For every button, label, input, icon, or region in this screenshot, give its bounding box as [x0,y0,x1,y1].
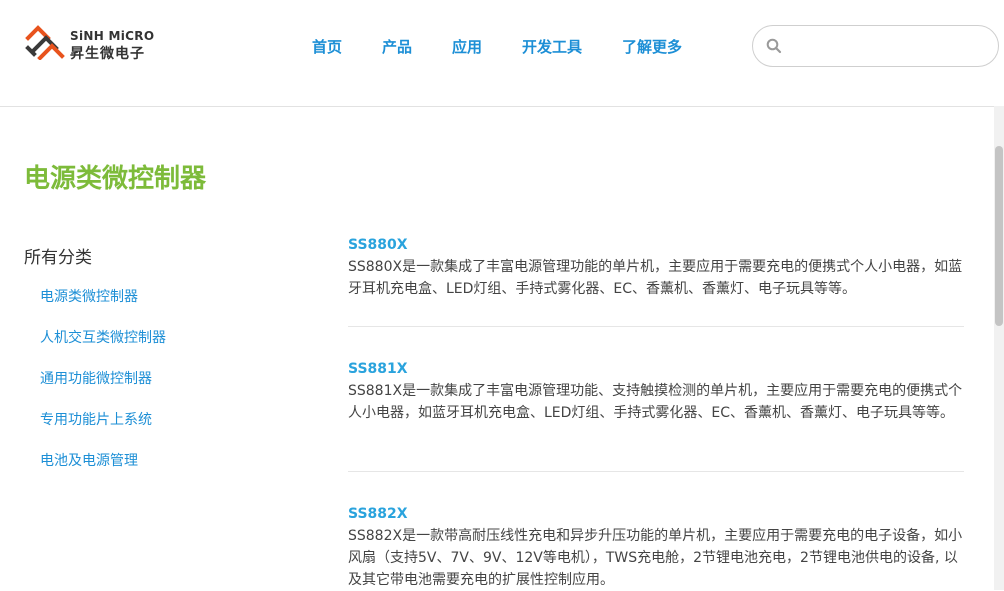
category-item-hmi-mcu[interactable]: 人机交互类微控制器 [40,327,166,347]
product-item: SS882X SS882X是一款带高耐压线性充电和异步升压功能的单片机，主要应用… [348,505,964,591]
brand-name-english: SiNH MiCRO [70,29,155,43]
logo-mark-icon [25,25,65,60]
category-item-general-mcu[interactable]: 通用功能微控制器 [40,368,152,388]
product-description: SS881X是一款集成了丰富电源管理功能、支持触摸检测的单片机，主要应用于需要充… [348,383,963,421]
page-scrollbar[interactable] [994,106,1004,590]
nav-products[interactable]: 产品 [382,36,412,57]
search-input[interactable] [789,35,983,59]
category-heading: 所有分类 [24,248,92,268]
product-item: SS881X SS881X是一款集成了丰富电源管理功能、支持触摸检测的单片机，主… [348,360,964,424]
logo[interactable]: SiNH MiCRO 昇生微电子 [24,24,154,64]
search-box[interactable] [752,25,999,67]
category-item-battery-power[interactable]: 电池及电源管理 [40,450,138,470]
nav-learn-more[interactable]: 了解更多 [622,36,682,57]
scrollbar-thumb[interactable] [995,146,1003,326]
nav-home[interactable]: 首页 [312,36,342,57]
site-header: SiNH MiCRO 昇生微电子 首页 产品 应用 开发工具 了解更多 [0,0,1004,107]
product-item: SS880X SS880X是一款集成了丰富电源管理功能的单片机，主要应用于需要充… [348,236,964,300]
brand-name-chinese: 昇生微电子 [70,46,145,62]
page-title: 电源类微控制器 [24,164,207,194]
product-name-link[interactable]: SS880X [348,236,964,254]
product-name-link[interactable]: SS882X [348,505,964,523]
product-name-link[interactable]: SS881X [348,360,964,378]
search-icon[interactable] [766,38,782,54]
nav-dev-tools[interactable]: 开发工具 [522,36,582,57]
category-item-special-soc[interactable]: 专用功能片上系统 [40,409,152,429]
nav-applications[interactable]: 应用 [452,36,482,57]
product-divider [348,471,964,472]
product-description: SS880X是一款集成了丰富电源管理功能的单片机，主要应用于需要充电的便携式个人… [348,259,963,297]
category-item-power-mcu[interactable]: 电源类微控制器 [40,286,138,306]
product-description: SS882X是一款带高耐压线性充电和异步升压功能的单片机，主要应用于需要充电的电… [348,528,963,588]
product-divider [348,326,964,327]
